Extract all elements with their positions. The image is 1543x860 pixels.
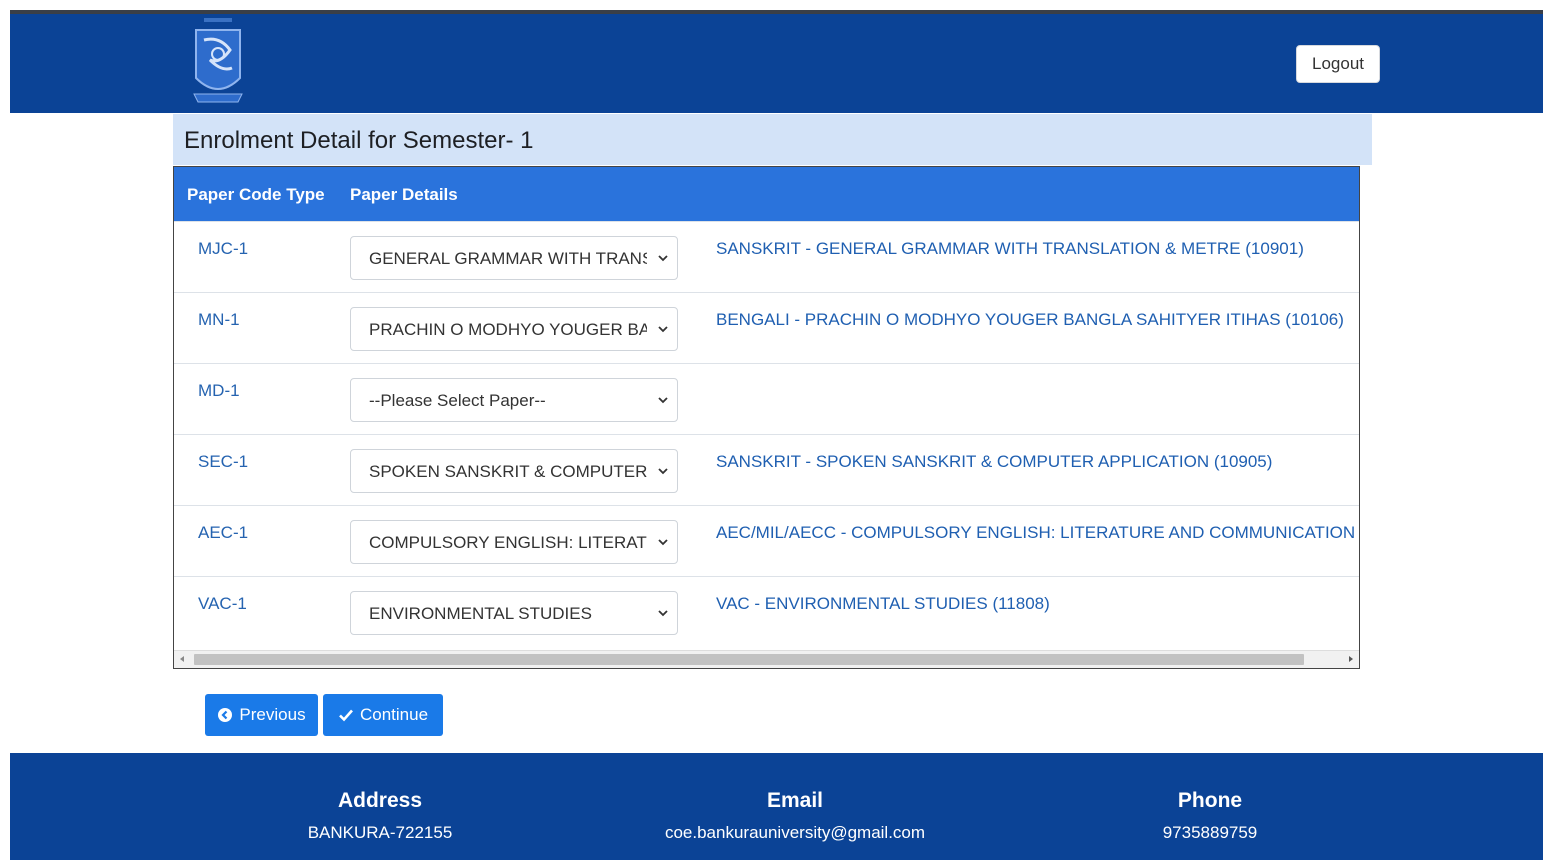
footer-address-value: BANKURA-722155 bbox=[307, 823, 453, 842]
column-header-paper-code-type: Paper Code Type bbox=[187, 185, 325, 204]
paper-select[interactable]: --Please Select Paper-- bbox=[350, 378, 678, 422]
chevron-down-icon bbox=[658, 255, 668, 262]
table-header: Paper Code Type Paper Details bbox=[174, 167, 1359, 221]
scrollbar-thumb[interactable] bbox=[194, 654, 1304, 665]
paper-select-value: GENERAL GRAMMAR WITH TRANSLATION & METRE bbox=[369, 249, 647, 268]
paper-select-value: --Please Select Paper-- bbox=[369, 391, 546, 410]
table-row: MJC-1 GENERAL GRAMMAR WITH TRANSLATION &… bbox=[174, 221, 1359, 293]
table-row: SEC-1 SPOKEN SANSKRIT & COMPUTER APPLICA… bbox=[174, 434, 1359, 506]
arrow-left-circle-icon bbox=[218, 708, 233, 722]
paper-select-value: ENVIRONMENTAL STUDIES bbox=[369, 604, 592, 623]
footer-email-value[interactable]: coe.bankurauniversity@gmail.com bbox=[650, 823, 940, 843]
check-icon bbox=[339, 709, 353, 722]
table-row: MN-1 PRACHIN O MODHYO YOUGER BANGLA SAHI… bbox=[174, 292, 1359, 364]
site-header: Logout bbox=[10, 14, 1543, 113]
chevron-down-icon bbox=[658, 326, 668, 333]
paper-select[interactable]: ENVIRONMENTAL STUDIES bbox=[350, 591, 678, 635]
paper-detail: SANSKRIT - GENERAL GRAMMAR WITH TRANSLAT… bbox=[716, 239, 1304, 258]
paper-select[interactable]: SPOKEN SANSKRIT & COMPUTER APPLICATION bbox=[350, 449, 678, 493]
scroll-left-arrow-icon[interactable] bbox=[178, 655, 186, 663]
chevron-down-icon bbox=[658, 539, 668, 546]
paper-detail: SANSKRIT - SPOKEN SANSKRIT & COMPUTER AP… bbox=[716, 452, 1273, 471]
paper-code: MD-1 bbox=[198, 381, 240, 400]
paper-select-value: SPOKEN SANSKRIT & COMPUTER APPLICATION bbox=[369, 462, 647, 481]
chevron-down-icon bbox=[658, 397, 668, 404]
page-title: Enrolment Detail for Semester- 1 bbox=[184, 127, 534, 154]
continue-button[interactable]: Continue bbox=[323, 694, 443, 736]
paper-select[interactable]: GENERAL GRAMMAR WITH TRANSLATION & METRE bbox=[350, 236, 678, 280]
column-header-paper-details: Paper Details bbox=[350, 185, 458, 204]
chevron-down-icon bbox=[658, 610, 668, 617]
footer-phone-heading: Phone bbox=[1177, 789, 1243, 812]
paper-detail: AEC/MIL/AECC - COMPULSORY ENGLISH: LITER… bbox=[716, 523, 1360, 542]
table-row: MD-1 --Please Select Paper-- bbox=[174, 363, 1359, 435]
scroll-right-arrow-icon[interactable] bbox=[1347, 655, 1355, 663]
page-title-bar: Enrolment Detail for Semester- 1 bbox=[173, 114, 1372, 165]
footer-phone: Phone 9735889759 bbox=[1110, 789, 1310, 843]
paper-code: MN-1 bbox=[198, 310, 240, 329]
enrolment-table: Paper Code Type Paper Details MJC-1 GENE… bbox=[173, 166, 1360, 669]
paper-select[interactable]: PRACHIN O MODHYO YOUGER BANGLA SAHITYER … bbox=[350, 307, 678, 351]
footer-email-heading: Email bbox=[766, 789, 824, 812]
continue-button-label: Continue bbox=[359, 705, 429, 724]
university-logo bbox=[190, 16, 246, 111]
footer-address-heading: Address bbox=[337, 789, 423, 812]
table-row: AEC-1 COMPULSORY ENGLISH: LITERATURE AND… bbox=[174, 505, 1359, 577]
site-footer: Address BANKURA-722155 Email coe.bankura… bbox=[10, 753, 1543, 860]
paper-code: AEC-1 bbox=[198, 523, 249, 542]
paper-code: MJC-1 bbox=[198, 239, 249, 258]
horizontal-scrollbar[interactable] bbox=[174, 650, 1359, 668]
paper-select-value: PRACHIN O MODHYO YOUGER BANGLA SAHITYER … bbox=[369, 320, 647, 339]
paper-detail: VAC - ENVIRONMENTAL STUDIES (11808) bbox=[716, 594, 1050, 613]
logout-button[interactable]: Logout bbox=[1296, 45, 1380, 83]
footer-email: Email coe.bankurauniversity@gmail.com bbox=[650, 789, 940, 843]
previous-button-label: Previous bbox=[239, 705, 306, 724]
table-row: VAC-1 ENVIRONMENTAL STUDIES VAC - ENVIRO… bbox=[174, 576, 1359, 648]
footer-phone-value: 9735889759 bbox=[1162, 823, 1258, 842]
paper-code: VAC-1 bbox=[198, 594, 247, 613]
paper-select[interactable]: COMPULSORY ENGLISH: LITERATURE AND COMMU… bbox=[350, 520, 678, 564]
paper-select-value: COMPULSORY ENGLISH: LITERATURE AND COMMU… bbox=[369, 533, 647, 552]
paper-detail: BENGALI - PRACHIN O MODHYO YOUGER BANGLA… bbox=[716, 310, 1344, 329]
footer-address: Address BANKURA-722155 bbox=[280, 789, 480, 843]
chevron-down-icon bbox=[658, 468, 668, 475]
paper-code: SEC-1 bbox=[198, 452, 249, 471]
previous-button[interactable]: Previous bbox=[205, 694, 318, 736]
